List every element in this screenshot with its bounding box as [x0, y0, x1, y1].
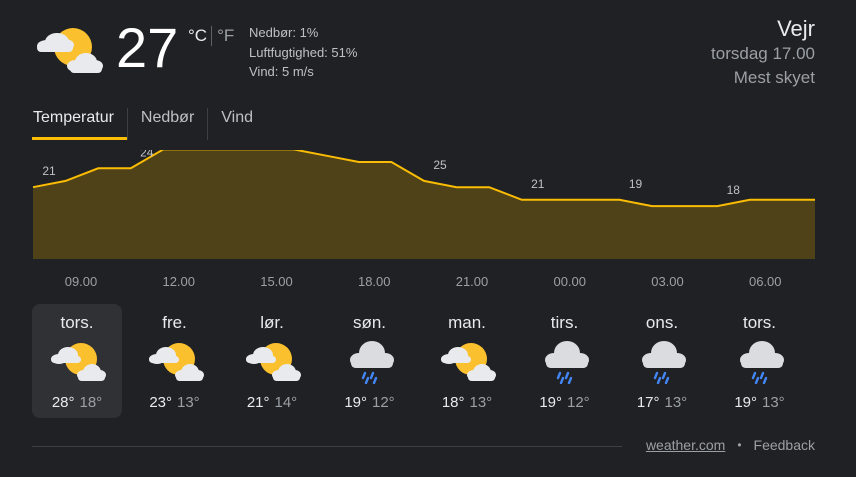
day-temps: 23° 13°: [130, 394, 220, 411]
feedback-link[interactable]: Feedback: [754, 437, 815, 453]
temperature-value-label: 21: [531, 177, 545, 191]
day-temps: 19° 13°: [715, 394, 805, 411]
source-link[interactable]: weather.com: [646, 437, 725, 453]
temperature-chart: 212427272521191809.0012.0015.0018.0021.0…: [32, 150, 815, 289]
day-name: søn.: [352, 313, 387, 332]
time-tick-label: 15.00: [260, 274, 293, 289]
unit-divider: [211, 26, 213, 46]
high-temp: 17°: [636, 394, 660, 411]
high-temp: 28°: [51, 394, 75, 411]
footer: weather.com • Feedback: [646, 437, 815, 453]
partly-cloudy-icon: [32, 24, 104, 76]
temperature-value-label: 19: [629, 177, 643, 191]
rain-icon: [730, 338, 790, 385]
low-temp: 13°: [664, 394, 688, 411]
day-card[interactable]: fre. 23° 13°: [130, 304, 220, 418]
tab-temperature[interactable]: Temperatur: [32, 108, 127, 140]
high-temp: 19°: [344, 394, 367, 411]
location-info: Vejr torsdag 17.00 Mest skyet: [711, 16, 815, 90]
low-temp: 13°: [469, 394, 493, 411]
fahrenheit-button[interactable]: °F: [217, 26, 234, 46]
precipitation-text: Nedbør: 1%: [249, 25, 319, 40]
day-temps: 21° 14°: [227, 394, 317, 411]
day-name: tirs.: [550, 313, 579, 332]
time-tick-label: 03.00: [651, 274, 684, 289]
high-temp: 23°: [149, 394, 172, 411]
tab-bar: Temperatur Nedbør Vind: [32, 108, 266, 140]
day-temps: 18° 13°: [422, 394, 512, 411]
weather-title: Vejr: [777, 16, 815, 41]
celsius-button[interactable]: °C: [188, 26, 207, 46]
weather-details: Nedbør: 1% Luftfugtighed: 51% Vind: 5 m/…: [249, 23, 357, 82]
datetime-text: torsdag 17.00: [711, 44, 815, 63]
tab-precipitation[interactable]: Nedbør: [126, 108, 207, 140]
daily-forecast: tors. 28° 18° fre. 23° 13° lør. 21° 14° søn…: [32, 304, 812, 418]
day-name: tors.: [742, 313, 777, 332]
rain-icon: [340, 338, 400, 385]
humidity-text: Luftfugtighed: 51%: [249, 44, 358, 60]
day-card[interactable]: lør. 21° 14°: [227, 304, 317, 418]
day-name: lør.: [260, 313, 284, 332]
day-temps: 17° 13°: [617, 394, 707, 411]
rain-icon: [632, 338, 692, 385]
day-temps: 19° 12°: [325, 394, 415, 411]
low-temp: 12°: [567, 394, 590, 411]
day-card[interactable]: tors. 28° 18°: [32, 304, 122, 418]
day-name: man.: [448, 313, 486, 332]
time-tick-label: 18.00: [358, 274, 391, 289]
high-temp: 18°: [441, 394, 465, 411]
wind-text: Vind: 5 m/s: [249, 64, 314, 79]
low-temp: 14°: [274, 394, 298, 411]
temperature-value-label: 18: [727, 183, 741, 197]
day-card[interactable]: man. 18° 13°: [422, 304, 512, 418]
low-temp: 12°: [372, 394, 395, 411]
high-temp: 19°: [539, 394, 562, 411]
day-name: ons.: [645, 313, 679, 332]
temperature-value-label: 21: [42, 164, 56, 178]
time-tick-label: 06.00: [749, 274, 782, 289]
footer-divider: [32, 446, 622, 447]
day-name: tors.: [60, 313, 94, 332]
partly-cloudy-icon: [242, 338, 302, 384]
time-tick-label: 12.00: [162, 274, 195, 289]
condition-text: Mest skyet: [733, 68, 815, 87]
high-temp: 21°: [246, 394, 270, 411]
tab-wind[interactable]: Vind: [207, 108, 266, 140]
day-card[interactable]: søn. 19° 12°: [325, 304, 415, 418]
day-temps: 19° 12°: [520, 394, 610, 411]
partly-cloudy-icon: [145, 338, 205, 384]
partly-cloudy-icon: [47, 338, 107, 384]
time-tick-label: 09.00: [65, 274, 98, 289]
rain-icon: [535, 338, 595, 385]
time-tick-label: 21.00: [456, 274, 489, 289]
day-card[interactable]: tors. 19° 13°: [715, 304, 805, 418]
temperature-value-label: 25: [433, 158, 447, 172]
day-temps: 28° 18°: [32, 394, 122, 411]
unit-switch: °C °F: [188, 26, 234, 46]
time-tick-label: 00.00: [553, 274, 586, 289]
temperature-area: [33, 150, 815, 259]
current-temperature: 27: [116, 16, 179, 79]
footer-separator: •: [737, 438, 742, 452]
low-temp: 18°: [79, 394, 103, 411]
partly-cloudy-icon: [437, 338, 497, 384]
day-card[interactable]: tirs. 19° 12°: [520, 304, 610, 418]
day-name: fre.: [162, 313, 187, 332]
low-temp: 13°: [177, 394, 200, 411]
day-card[interactable]: ons. 17° 13°: [617, 304, 707, 418]
temperature-value-label: 24: [140, 150, 154, 159]
low-temp: 13°: [762, 394, 785, 411]
high-temp: 19°: [734, 394, 757, 411]
